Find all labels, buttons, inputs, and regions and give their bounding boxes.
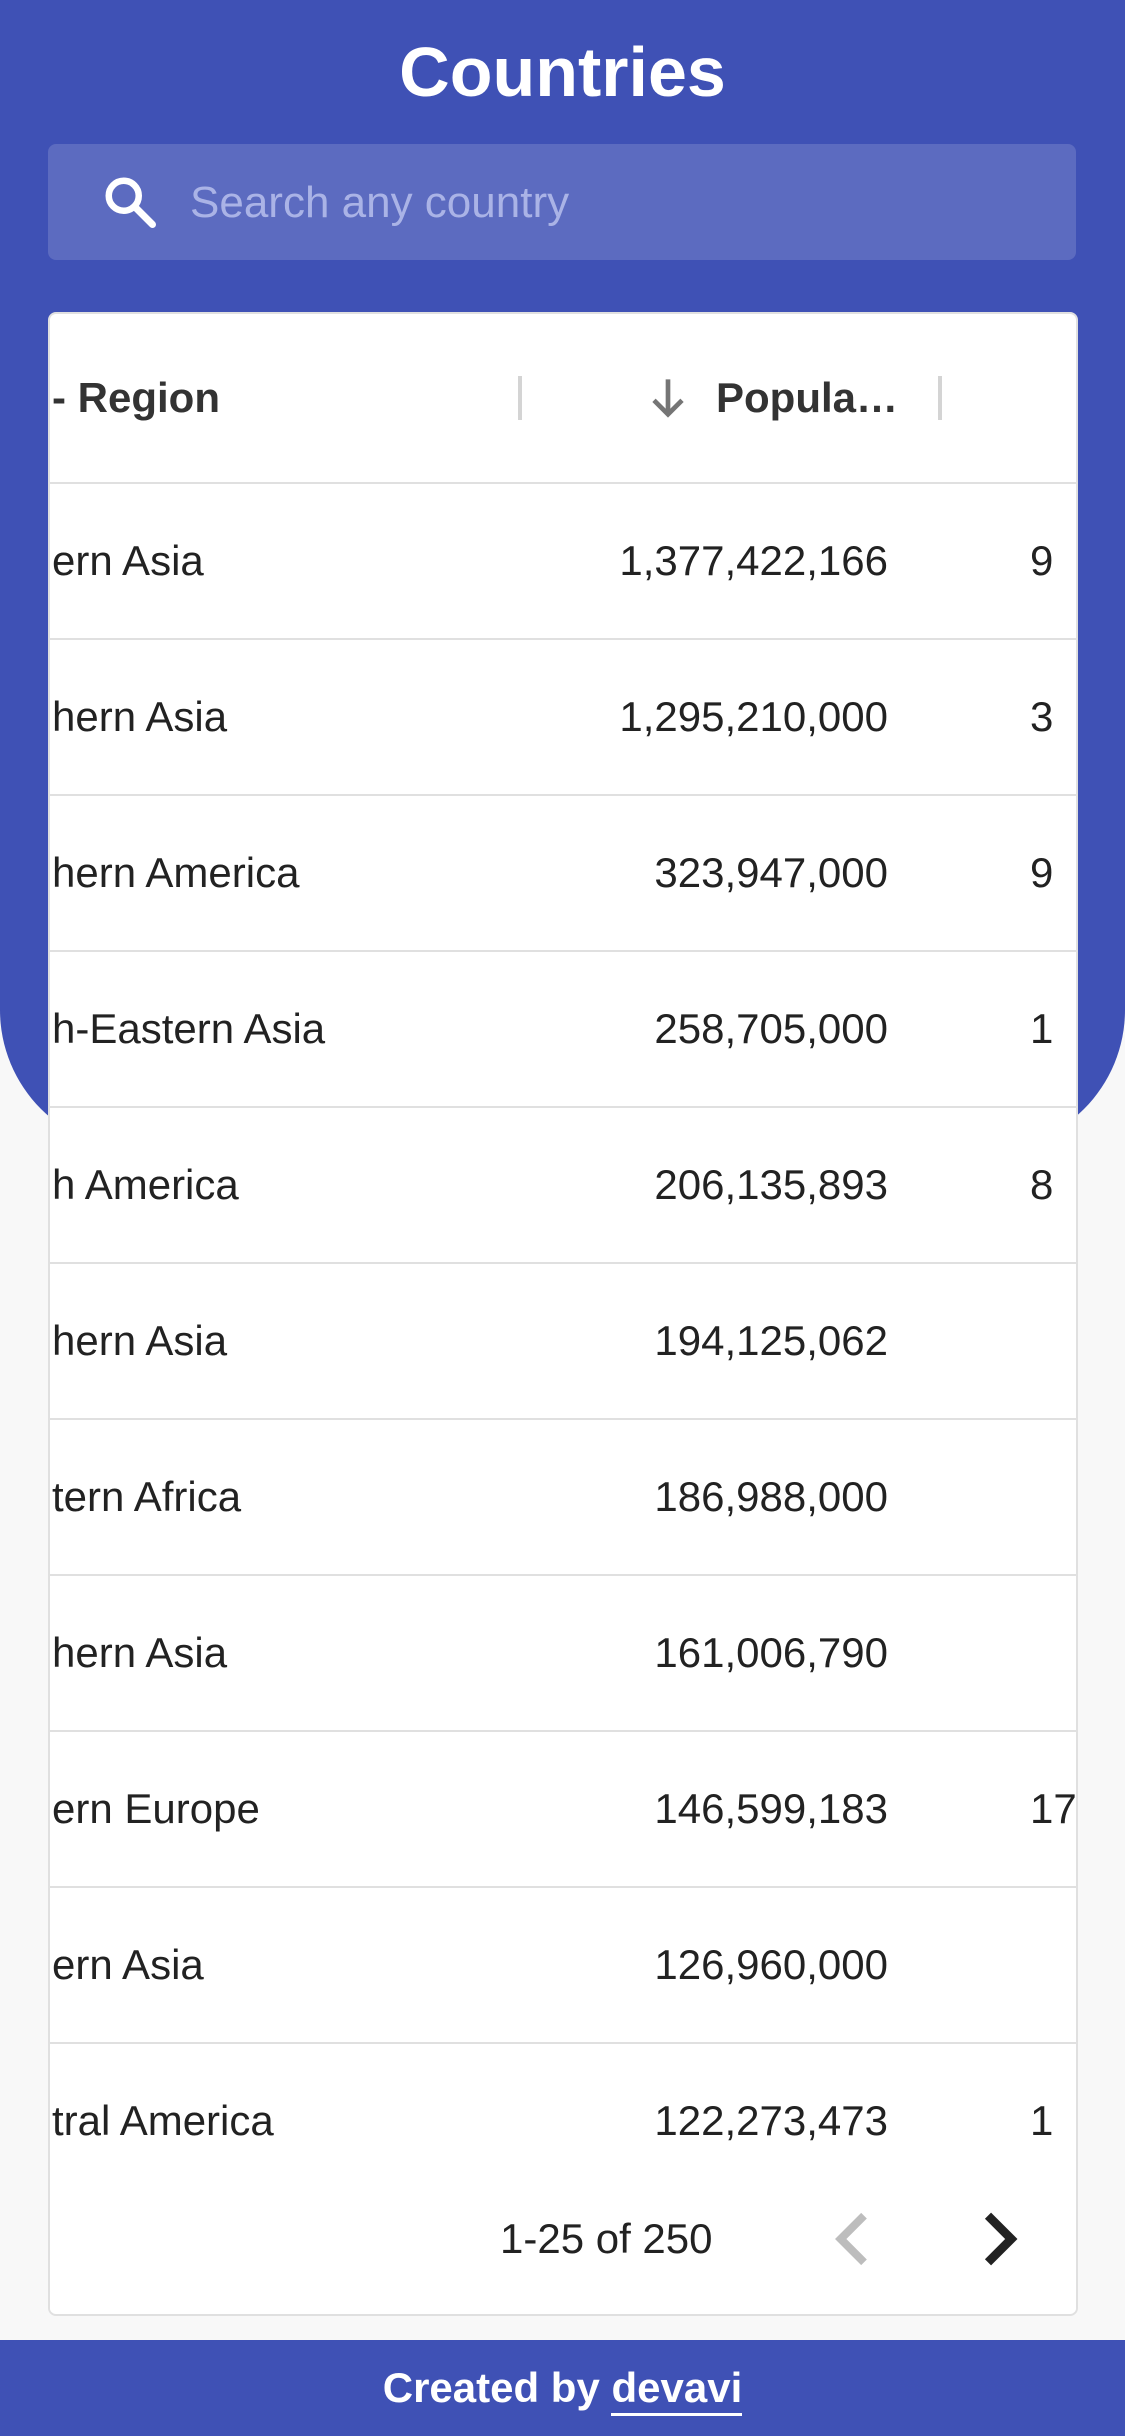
region-cell: ern Asia bbox=[52, 1941, 204, 1988]
table-row[interactable]: hern Asia 161,006,790 bbox=[50, 1576, 1076, 1732]
search-input[interactable] bbox=[188, 164, 1052, 242]
table-row[interactable]: hern Asia 1,295,210,000 3 bbox=[50, 640, 1076, 796]
extra-cell: 9 bbox=[1030, 849, 1054, 896]
population-cell: 1,377,422,166 bbox=[619, 537, 888, 584]
column-header-region[interactable]: - Region bbox=[52, 314, 220, 482]
table-row[interactable]: ern Europe 146,599,183 17 bbox=[50, 1732, 1076, 1888]
extra-cell: 8 bbox=[1030, 1161, 1054, 1208]
extra-cell: 17 bbox=[1030, 1785, 1077, 1832]
search-bar[interactable] bbox=[48, 144, 1076, 260]
region-cell: hern Asia bbox=[52, 1317, 228, 1364]
population-cell: 323,947,000 bbox=[654, 849, 888, 896]
footer: Created by devavi bbox=[0, 2340, 1125, 2436]
table-row[interactable]: ern Asia 1,377,422,166 9 bbox=[50, 484, 1076, 640]
population-cell: 1,295,210,000 bbox=[619, 693, 888, 740]
population-cell: 161,006,790 bbox=[654, 1629, 888, 1676]
population-cell: 126,960,000 bbox=[654, 1941, 888, 1988]
region-cell: hern Asia bbox=[52, 693, 228, 740]
search-icon bbox=[105, 177, 156, 228]
page-title: Countries bbox=[399, 33, 726, 111]
footer-text: Created by bbox=[382, 2364, 612, 2411]
region-cell: hern America bbox=[52, 849, 300, 896]
countries-table[interactable]: - Region Popula… ern Asia 1,377,422,166 … bbox=[48, 312, 1078, 2316]
region-cell: h-Eastern Asia bbox=[52, 1005, 326, 1052]
table-row[interactable]: tern Africa 186,988,000 bbox=[50, 1420, 1076, 1576]
region-cell: tern Africa bbox=[52, 1473, 242, 1520]
population-cell: 206,135,893 bbox=[654, 1161, 888, 1208]
table-header: - Region Popula… bbox=[50, 314, 1076, 484]
region-cell: ern Asia bbox=[52, 537, 204, 584]
table-row[interactable]: h-Eastern Asia 258,705,000 1 bbox=[50, 952, 1076, 1108]
population-cell: 186,988,000 bbox=[654, 1473, 888, 1520]
table-row[interactable]: h America 206,135,893 8 bbox=[50, 1108, 1076, 1264]
table-row[interactable]: hern America 323,947,000 9 bbox=[50, 796, 1076, 952]
region-cell: hern Asia bbox=[52, 1629, 228, 1676]
population-cell: 146,599,183 bbox=[654, 1785, 888, 1832]
column-resize-handle[interactable] bbox=[518, 376, 522, 420]
chevron-left-icon[interactable] bbox=[814, 2199, 894, 2279]
region-cell: ern Europe bbox=[52, 1785, 260, 1832]
chevron-right-icon[interactable] bbox=[958, 2199, 1038, 2279]
population-cell: 194,125,062 bbox=[654, 1317, 888, 1364]
region-cell: h America bbox=[52, 1161, 239, 1208]
pagination: 1-25 of 250 bbox=[50, 2166, 1076, 2312]
column-resize-handle[interactable] bbox=[938, 376, 942, 420]
pagination-range: 1-25 of 250 bbox=[500, 2215, 713, 2262]
author-link[interactable]: devavi bbox=[611, 2364, 743, 2416]
population-cell: 258,705,000 bbox=[654, 1005, 888, 1052]
table-row[interactable]: hern Asia 194,125,062 bbox=[50, 1264, 1076, 1420]
extra-cell: 9 bbox=[1030, 537, 1054, 584]
extra-cell: 1 bbox=[1030, 1005, 1054, 1052]
table-row[interactable]: ern Asia 126,960,000 bbox=[50, 1888, 1076, 2044]
column-header-population[interactable]: Popula… bbox=[716, 314, 898, 482]
extra-cell: 3 bbox=[1030, 693, 1054, 740]
arrow-down-icon[interactable] bbox=[640, 370, 696, 426]
